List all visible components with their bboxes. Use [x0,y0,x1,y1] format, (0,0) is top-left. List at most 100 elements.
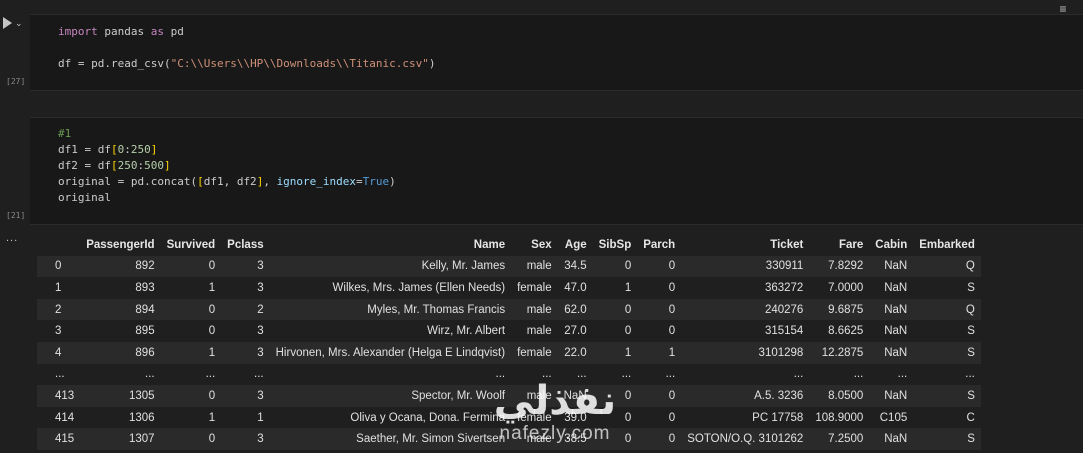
table-cell: Kelly, Mr. James [421,260,506,273]
table-cell: 0 [668,411,676,424]
table-cell: 363272 [764,281,804,294]
code-line: original = pd.concat([df1, df2], ignore_… [58,175,396,188]
column-header: Sex [511,234,558,256]
code-cell-1[interactable]: import pandas as pd df = pd.read_csv("C:… [30,14,1083,91]
table-cell: Saether, Mr. Simon Sivertsen [356,433,506,446]
row-index-cell: 4 [55,346,62,359]
table-cell: ... [145,368,155,381]
column-header: Survived [160,234,222,256]
table-cell: 3 [257,281,264,294]
column-header: Fare [809,234,870,256]
table-row: 413 1305 0 3 Spector, Mr. Woolf male NaN 0 0 A.5.… [37,385,981,407]
table-cell: male [526,389,552,402]
table-cell: Spector, Mr. Woolf [411,389,506,402]
table-cell: 0 [668,433,676,446]
table-cell: 2 [257,303,264,316]
table-cell: 0 [624,433,632,446]
table-row: 4 896 1 3 Hirvonen, Mrs. Alexander (Helga E … [37,341,981,364]
table-cell: Q [965,303,975,316]
code-cell-2[interactable]: #1 df1 = df[0:250] df2 = df[250:500] ori… [30,117,1083,225]
table-cell: 1 [208,346,216,359]
table-cell: Wirz, Mr. Albert [427,325,506,338]
table-cell: NaN [884,260,908,273]
table-cell: 892 [135,260,155,273]
table-cell: 0 [668,281,676,294]
table-cell: 0 [668,260,676,273]
table-cell: ... [542,368,552,381]
table-cell: 0 [624,260,632,273]
table-cell: 1305 [129,389,155,402]
column-header: Name [269,234,512,256]
table-cell: ... [205,368,216,381]
row-index-cell: 0 [55,260,62,273]
table-cell: 240276 [764,303,804,316]
table-cell: 0 [624,411,632,424]
table-cell: ... [254,368,264,381]
table-cell: ... [665,368,676,381]
table-cell: 1306 [129,411,155,424]
table-cell: 39.0 [564,411,587,424]
table-cell: 12.2875 [821,346,864,359]
table-cell: 108.9000 [815,411,864,424]
code-editor-1[interactable]: import pandas as pd df = pd.read_csv("C:… [30,15,1083,72]
table-cell: 7.8292 [828,260,864,273]
play-icon [3,17,12,29]
column-header: Cabin [869,234,914,256]
table-cell: 22.0 [564,346,587,359]
table-cell: Oliva y Ocana, Dona. Fermina [350,411,506,424]
column-header: SibSp [592,234,638,256]
column-header: PassengerId [80,234,161,256]
table-cell: C105 [879,411,908,424]
table-cell: male [526,303,552,316]
table-cell: 3 [257,433,264,446]
table-row: 0 892 0 3 Kelly, Mr. James male 34.5 0 0 330911 7.… [37,255,981,278]
code-line: original [58,191,111,204]
table-cell: 3 [257,346,264,359]
table-cell: 0 [668,303,676,316]
table-cell: ... [621,368,632,381]
table-cell: NaN [884,281,908,294]
table-cell: 1 [208,281,216,294]
table-cell: ... [577,368,587,381]
table-cell: NaN [884,389,908,402]
table-cell: 0 [208,325,216,338]
column-header: Age [557,234,593,256]
table-cell: ... [965,368,975,381]
table-cell: ... [495,368,506,381]
table-cell: S [967,433,975,446]
code-line: df = pd.read_csv("C:\\Users\\HP\\Downloa… [58,57,436,70]
table-cell: 8.6625 [828,325,864,338]
table-cell: 0 [208,389,216,402]
table-cell: ... [793,368,804,381]
table-cell: male [526,433,552,446]
table-cell: Q [965,260,975,273]
table-cell: 27.0 [564,325,587,338]
table-row: ....................................... [37,363,981,386]
table-cell: female [517,346,552,359]
table-cell: 3 [257,260,264,273]
table-cell: 0 [624,389,632,402]
output-menu-icon[interactable]: ... [6,232,18,244]
table-cell: Wilkes, Mrs. James (Ellen Needs) [332,281,506,294]
table-cell: 7.0000 [828,281,864,294]
chevron-down-icon[interactable]: ⌄ [15,18,23,29]
row-index-cell: 2 [55,303,62,316]
table-row: 2 894 0 2 Myles, Mr. Thomas Francis male 62.0 0… [37,298,981,321]
table-cell: 38.5 [564,433,587,446]
run-cell-button[interactable]: ⌄ [3,13,31,33]
table-cell: SOTON/O.Q. 3101262 [687,433,804,446]
table-cell: 1 [668,346,676,359]
table-cell: 1307 [129,433,155,446]
table-cell: S [967,325,975,338]
table-cell: 62.0 [564,303,587,316]
table-row: 3 895 0 3 Wirz, Mr. Albert male 27.0 0 0 315154 8.… [37,320,981,342]
table-cell: 893 [135,281,155,294]
column-header: Ticket [681,234,810,256]
row-index-cell: 414 [55,411,75,424]
code-line: df1 = df[0:250] [58,143,158,156]
table-cell: ... [853,368,864,381]
dataframe-output: PassengerId Survived Pclass Name Sex Age SibSp… [37,234,981,450]
table-cell: ... [897,368,908,381]
code-editor-2[interactable]: #1 df1 = df[0:250] df2 = df[250:500] ori… [30,118,1083,206]
